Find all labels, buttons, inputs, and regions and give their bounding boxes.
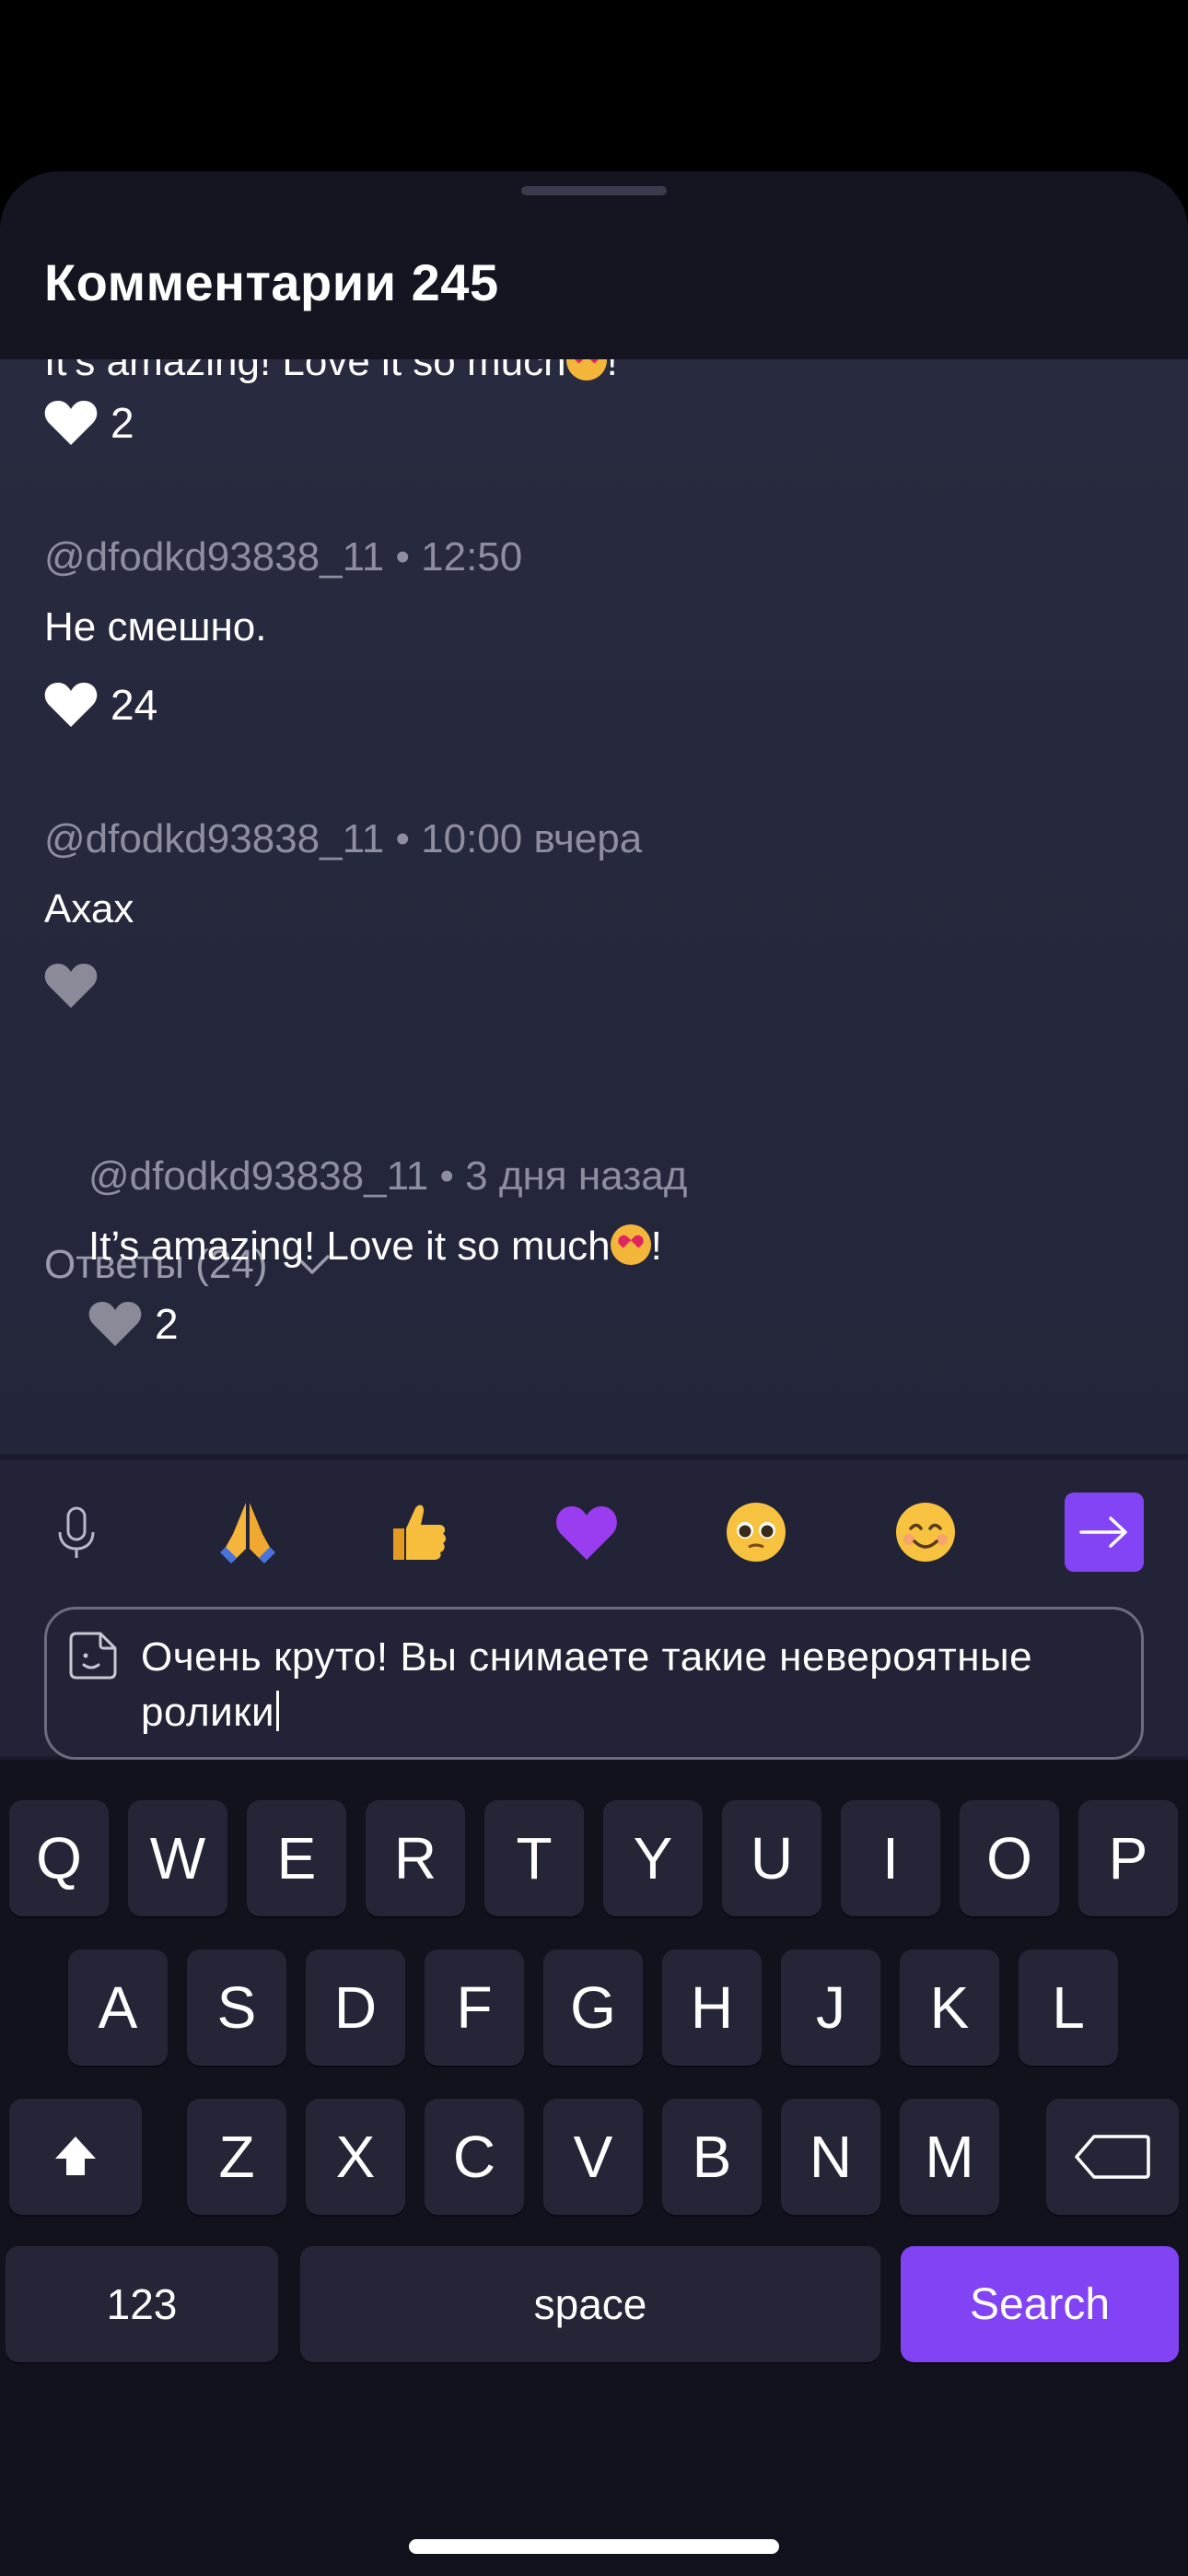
shift-key[interactable]: [9, 2099, 142, 2215]
screen: Комментарии 245 It’s amazing! Love it so…: [0, 0, 1188, 2576]
key-k[interactable]: K: [900, 1950, 999, 2066]
comment-composer: Очень круто! Вы снимаете такие невероятн…: [0, 1459, 1188, 1760]
reply-meta: @dfodkd93838_11 • 3 дня назад: [88, 1153, 688, 1199]
folded-hands-emoji: [220, 1503, 275, 1563]
like-button[interactable]: 2: [44, 398, 134, 448]
text-caret: [276, 1691, 280, 1731]
reply-text: It’s amazing! Love it so much!: [88, 1224, 662, 1269]
key-r[interactable]: R: [366, 1800, 465, 1916]
key-g[interactable]: G: [543, 1950, 643, 2066]
like-count: 2: [111, 399, 134, 447]
comment-meta: @dfodkd93838_11 • 12:50: [44, 534, 523, 580]
heart-outline-icon: [44, 964, 98, 1008]
numbers-key[interactable]: 123: [6, 2246, 278, 2362]
sheet-header: Комментарии 245: [0, 171, 1188, 359]
like-button[interactable]: 2: [88, 1299, 179, 1349]
key-a[interactable]: A: [68, 1950, 168, 2066]
heart-eyes-emoji: [610, 1224, 651, 1265]
key-t[interactable]: T: [484, 1800, 584, 1916]
comment-input-value: Очень круто! Вы снимаете такие невероятн…: [141, 1634, 1033, 1735]
key-u[interactable]: U: [722, 1800, 821, 1916]
search-key[interactable]: Search: [901, 2246, 1179, 2362]
purple-heart-emoji: [556, 1506, 617, 1560]
send-button[interactable]: [1065, 1493, 1144, 1572]
like-button[interactable]: 24: [44, 680, 157, 730]
space-key[interactable]: space: [300, 2246, 880, 2362]
sticker-icon: [69, 1632, 117, 1680]
heart-icon: [44, 401, 98, 445]
comment-input[interactable]: Очень круто! Вы снимаете такие невероятн…: [44, 1607, 1144, 1760]
pleading-face-emoji: [727, 1503, 786, 1562]
key-w[interactable]: W: [128, 1800, 227, 1916]
purple-heart-reaction[interactable]: [547, 1493, 626, 1572]
home-indicator[interactable]: [409, 2539, 779, 2554]
microphone-button[interactable]: [37, 1493, 116, 1572]
key-c[interactable]: C: [425, 2099, 524, 2215]
key-m[interactable]: M: [900, 2099, 999, 2215]
comments-list[interactable]: It’s amazing! Love it so much! 2 @dfodkd…: [0, 359, 1188, 1454]
key-y[interactable]: Y: [603, 1800, 703, 1916]
key-v[interactable]: V: [543, 2099, 643, 2215]
key-i[interactable]: I: [841, 1800, 940, 1916]
key-e[interactable]: E: [247, 1800, 346, 1916]
keyboard: Q W E R T Y U I O P A S D F G H J K L Z …: [0, 1760, 1188, 2576]
folded-hands-reaction[interactable]: [208, 1493, 287, 1572]
like-button[interactable]: [44, 962, 111, 1010]
smiling-face-reaction[interactable]: [886, 1493, 965, 1572]
thumbs-up-emoji: [393, 1505, 446, 1560]
sheet-grabber-handle[interactable]: [521, 186, 667, 195]
key-s[interactable]: S: [187, 1950, 286, 2066]
sheet-title: Комментарии 245: [44, 253, 499, 311]
key-d[interactable]: D: [306, 1950, 405, 2066]
key-l[interactable]: L: [1019, 1950, 1118, 2066]
smiling-face-emoji: [896, 1503, 955, 1562]
key-h[interactable]: H: [662, 1950, 762, 2066]
heart-eyes-emoji: [565, 359, 607, 381]
key-q[interactable]: Q: [9, 1800, 109, 1916]
like-count: 24: [111, 681, 158, 729]
key-f[interactable]: F: [425, 1950, 524, 2066]
quick-reactions-row: [0, 1459, 1188, 1607]
key-n[interactable]: N: [781, 2099, 880, 2215]
heart-icon: [44, 683, 98, 727]
arrow-right-icon: [1079, 1516, 1127, 1548]
key-z[interactable]: Z: [187, 2099, 286, 2215]
comment-text: Не смешно.: [44, 604, 267, 650]
pleading-face-reaction[interactable]: [716, 1493, 796, 1572]
list-fade: [0, 1399, 1188, 1454]
key-p[interactable]: P: [1078, 1800, 1178, 1916]
like-count: 2: [155, 1300, 179, 1348]
key-x[interactable]: X: [306, 2099, 405, 2215]
comment-text: It’s amazing! Love it so much!: [44, 359, 618, 385]
key-j[interactable]: J: [781, 1950, 880, 2066]
comment-text: Ахах: [44, 886, 134, 931]
microphone-icon: [58, 1506, 95, 1558]
comment-meta: @dfodkd93838_11 • 10:00 вчера: [44, 816, 643, 861]
key-b[interactable]: B: [662, 2099, 762, 2215]
shift-icon: [55, 2137, 96, 2175]
key-o[interactable]: O: [960, 1800, 1059, 1916]
backspace-icon: [1075, 2135, 1150, 2179]
heart-outline-icon: [88, 1302, 142, 1346]
delete-key[interactable]: [1046, 2099, 1179, 2215]
thumbs-up-reaction[interactable]: [378, 1493, 457, 1572]
